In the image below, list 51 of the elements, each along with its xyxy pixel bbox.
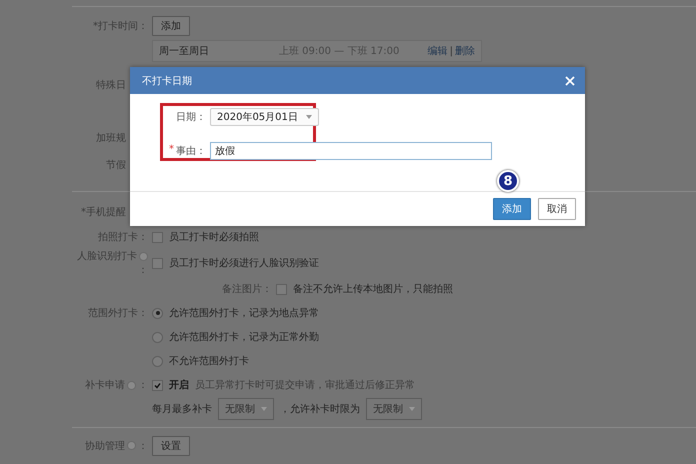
field-label: 特殊日 xyxy=(96,78,126,92)
radio-button[interactable] xyxy=(152,356,163,366)
add-button[interactable]: 设置 xyxy=(152,436,190,456)
limit-dropdown[interactable]: 无限制 xyxy=(218,398,274,420)
field-label: 备注图片： xyxy=(222,282,272,296)
option-text: 允许范围外打卡，记录为正常外勤 xyxy=(169,330,319,344)
caret-icon xyxy=(409,407,415,411)
field-label: 补卡申请 xyxy=(85,378,125,392)
dialog-title: 不打卡日期 xyxy=(142,74,192,88)
reason-field[interactable]: 放假 xyxy=(210,142,492,160)
label-colon: ： xyxy=(138,440,148,452)
option-text: 员工打卡时必须进行人脸识别验证 xyxy=(169,256,319,270)
field-label: 范围外打卡： xyxy=(88,306,148,320)
caret-icon xyxy=(306,115,312,119)
limit-text: 每月最多补卡 xyxy=(152,402,212,416)
limit-dropdown[interactable]: 无限制 xyxy=(366,398,422,420)
field-label: 节假 xyxy=(106,158,126,172)
option-text: 员工异常打卡时可提交申请，审批通过后修正异常 xyxy=(195,378,415,392)
caret-icon xyxy=(261,407,267,411)
field-label: 日期： xyxy=(176,110,206,124)
add-button[interactable]: 添加 xyxy=(493,198,531,220)
close-icon[interactable] xyxy=(565,76,575,86)
add-button[interactable]: 添加 xyxy=(152,16,190,36)
option-text: 开启 xyxy=(169,378,189,392)
field-label: 协助管理 xyxy=(85,440,125,452)
checkbox[interactable] xyxy=(152,232,163,242)
field-label: 拍照打卡： xyxy=(98,230,148,244)
radio-button[interactable] xyxy=(152,308,163,318)
cancel-button[interactable]: 取消 xyxy=(538,198,576,220)
action-link[interactable]: 编辑 xyxy=(428,44,448,58)
required-mark: * xyxy=(169,144,174,157)
label-colon: ： xyxy=(138,264,148,277)
option-text: 允许范围外打卡，记录为地点异常 xyxy=(169,306,319,320)
checkbox[interactable] xyxy=(152,380,163,390)
field-label: *手机提醒 xyxy=(81,206,126,218)
option-text: 备注不允许上传本地图片，只能拍照 xyxy=(293,282,453,296)
checkbox[interactable] xyxy=(152,258,163,268)
field-label: 加班规 xyxy=(96,132,126,144)
days-text: 周一至周日 xyxy=(159,45,210,58)
field-label: 事由： xyxy=(176,144,206,158)
limit-text: ，允许补卡时限为 xyxy=(280,402,360,416)
option-text: 不允许范围外打卡 xyxy=(169,354,249,368)
radio-button[interactable] xyxy=(152,332,163,342)
link-separator: | xyxy=(450,46,453,56)
action-link[interactable]: 删除 xyxy=(455,44,475,58)
field-label: 人脸识别打卡 xyxy=(77,250,137,263)
date-dropdown[interactable]: 2020年05月01日 xyxy=(210,108,319,126)
label-colon: ： xyxy=(138,379,148,392)
option-text: 员工打卡时必须拍照 xyxy=(169,230,259,244)
checkbox[interactable] xyxy=(276,284,287,294)
field-label: *打卡时间： xyxy=(93,20,148,32)
